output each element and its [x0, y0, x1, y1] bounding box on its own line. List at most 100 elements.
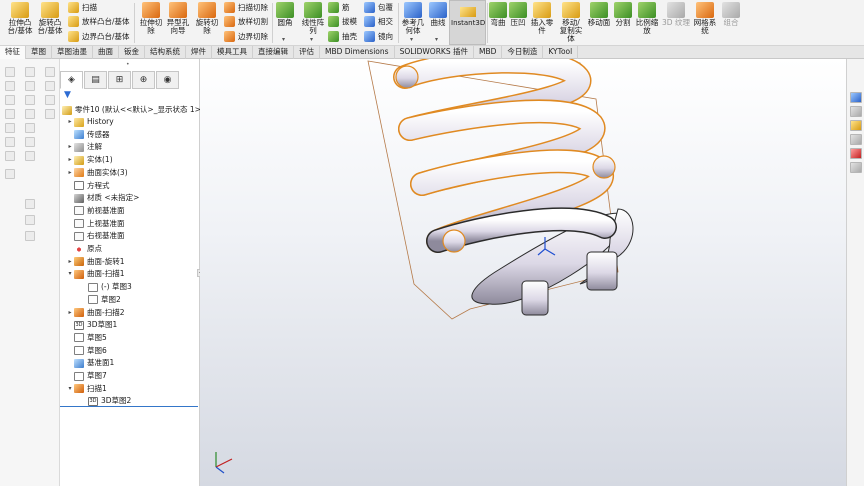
tree-item[interactable]: ▸ History — [66, 116, 114, 128]
tab-mbd-dimensions[interactable]: MBD Dimensions — [320, 46, 395, 59]
boundary-boss-button[interactable]: 边界凸台/基体 — [68, 31, 130, 42]
tool-icon[interactable] — [25, 215, 35, 225]
tree-item[interactable]: ▾ 曲面-扫描1 — [66, 268, 124, 280]
tree-item[interactable]: 草图2 — [80, 294, 121, 306]
reference-geometry-dropdown-icon[interactable]: ▾ — [410, 36, 413, 43]
tree-item[interactable]: 方程式 — [66, 180, 110, 192]
tool-icon[interactable] — [5, 109, 15, 119]
tree-expander-icon[interactable]: ▸ — [66, 154, 74, 166]
featuremanager-tab-icon[interactable]: ◈ — [60, 71, 83, 89]
tab-direct-editing[interactable]: 直接编辑 — [253, 46, 294, 59]
fillet-dropdown-icon[interactable]: ▾ — [282, 36, 285, 43]
tab-mbd[interactable]: MBD — [474, 46, 503, 59]
tool-icon[interactable] — [45, 81, 55, 91]
fillet-button[interactable]: 圆角 — [274, 2, 296, 27]
tool-icon[interactable] — [5, 67, 15, 77]
tool-icon[interactable] — [25, 231, 35, 241]
tab-surfaces[interactable]: 曲面 — [93, 46, 119, 59]
tab-sketch[interactable]: 草图 — [26, 46, 52, 59]
tree-expander-icon[interactable]: ▸ — [66, 116, 74, 128]
tab-kytool[interactable]: KYTool — [543, 46, 579, 59]
tab-sheet-metal[interactable]: 钣金 — [119, 46, 145, 59]
tree-expander-icon[interactable]: ▸ — [66, 307, 74, 319]
hole-wizard-button[interactable]: 异型孔 向导 — [165, 2, 191, 35]
configurationmanager-tab-icon[interactable]: ⊞ — [108, 71, 131, 89]
tool-icon[interactable] — [25, 95, 35, 105]
linear-pattern-button[interactable]: 线性阵 列 — [300, 2, 326, 35]
dimxpert-tab-icon[interactable]: ⊕ — [132, 71, 155, 89]
combine-button[interactable]: 组合 — [720, 2, 742, 27]
file-explorer-icon[interactable] — [850, 120, 862, 131]
extrude-boss-button[interactable]: 拉伸凸 台/基体 — [6, 2, 34, 35]
extrude-cut-button[interactable]: 拉伸切 除 — [138, 2, 164, 35]
tree-item[interactable]: 草图6 — [66, 345, 107, 357]
indent-button[interactable]: 压凹 — [509, 2, 527, 27]
tab-weldments[interactable]: 焊件 — [186, 46, 212, 59]
pattern-dropdown-icon[interactable]: ▾ — [310, 36, 313, 43]
design-library-icon[interactable] — [850, 106, 862, 117]
scale-button[interactable]: 比例缩 放 — [634, 2, 660, 35]
tree-item[interactable]: (-) 草图3 — [80, 281, 132, 293]
view-palette-icon[interactable] — [850, 134, 862, 145]
tree-item[interactable]: 材质 <未指定> — [66, 192, 139, 204]
tab-features[interactable]: 特征 — [0, 46, 26, 59]
tree-item[interactable]: 草图5 — [66, 332, 107, 344]
draft-button[interactable]: 拔模 — [328, 16, 357, 27]
tab-manufacturing[interactable]: 今日制造 — [502, 46, 544, 59]
flex-button[interactable]: 弯曲 — [489, 2, 507, 27]
tree-item[interactable]: 草图7 — [66, 370, 107, 382]
tool-icon[interactable] — [5, 137, 15, 147]
tree-item[interactable]: ▸ 曲面-扫描2 — [66, 307, 124, 319]
displaymanager-tab-icon[interactable]: ◉ — [156, 71, 179, 89]
graphics-viewport[interactable] — [200, 59, 846, 486]
tree-expander-icon[interactable]: ▾ — [66, 268, 74, 280]
appearances-icon[interactable] — [850, 148, 862, 159]
tree-item[interactable]: 右视基准面 — [66, 230, 125, 242]
tree-expander-icon[interactable]: ▾ — [66, 383, 74, 395]
tab-mold-tools[interactable]: 模具工具 — [212, 46, 253, 59]
curves-button[interactable]: 曲线 — [427, 2, 449, 27]
tree-item[interactable]: ▸ 实体(1) — [66, 154, 113, 166]
loft-boss-button[interactable]: 放样凸台/基体 — [68, 16, 130, 27]
tree-item[interactable]: ▸ 注解 — [66, 141, 102, 153]
tool-icon[interactable] — [25, 81, 35, 91]
3d-texture-button[interactable]: 3D 纹理 — [662, 2, 690, 27]
tool-icon[interactable] — [45, 95, 55, 105]
insert-part-button[interactable]: 插入零 件 — [529, 2, 555, 35]
tree-item[interactable]: 3D 3D草图1 — [66, 319, 117, 331]
tree-expander-icon[interactable]: ▸ — [66, 256, 74, 268]
tree-expander-icon[interactable]: ▸ — [66, 167, 74, 179]
swept-boss-button[interactable]: 扫描 — [68, 2, 97, 13]
tree-root[interactable]: 零件10 (默认<<默认>_显示状态 1>) — [62, 104, 204, 116]
tree-item[interactable]: 前视基准面 — [66, 205, 125, 217]
loft-cut-button[interactable]: 放样切割 — [224, 16, 268, 27]
tool-icon[interactable] — [5, 151, 15, 161]
intersect-button[interactable]: 相交 — [364, 16, 393, 27]
tree-item[interactable]: 基准面1 — [66, 357, 114, 369]
tool-icon[interactable] — [5, 123, 15, 133]
tool-icon[interactable] — [25, 199, 35, 209]
tree-item[interactable]: ▸ 曲面实体(3) — [66, 167, 128, 179]
tool-icon[interactable] — [5, 95, 15, 105]
tool-icon[interactable] — [25, 67, 35, 77]
tree-item[interactable]: 原点 — [66, 243, 102, 255]
tab-solidworks-addins[interactable]: SOLIDWORKS 插件 — [395, 46, 474, 59]
filter-icon[interactable]: ▼ — [64, 90, 71, 100]
revolve-cut-button[interactable]: 旋转切 除 — [194, 2, 220, 35]
move-copy-body-button[interactable]: 移动/ 复制实 体 — [557, 2, 585, 43]
move-face-button[interactable]: 移动面 — [586, 2, 612, 27]
mesh-system-button[interactable]: 网格系 统 — [692, 2, 718, 35]
revolve-boss-button[interactable]: 旋转凸 台/基体 — [36, 2, 64, 35]
tool-icon[interactable] — [5, 81, 15, 91]
boundary-cut-button[interactable]: 边界切除 — [224, 31, 268, 42]
instant3d-button[interactable]: Instant3D — [449, 0, 486, 45]
tool-icon[interactable] — [25, 151, 35, 161]
shell-button[interactable]: 抽壳 — [328, 31, 357, 42]
reference-geometry-button[interactable]: 参考几 何体 — [400, 2, 426, 35]
swept-cut-button[interactable]: 扫描切除 — [224, 2, 268, 13]
tab-structure-system[interactable]: 结构系统 — [145, 46, 186, 59]
tool-icon[interactable] — [25, 137, 35, 147]
wrap-button[interactable]: 包覆 — [364, 2, 393, 13]
solidworks-resources-icon[interactable] — [850, 92, 862, 103]
propertymanager-tab-icon[interactable]: ▤ — [84, 71, 107, 89]
